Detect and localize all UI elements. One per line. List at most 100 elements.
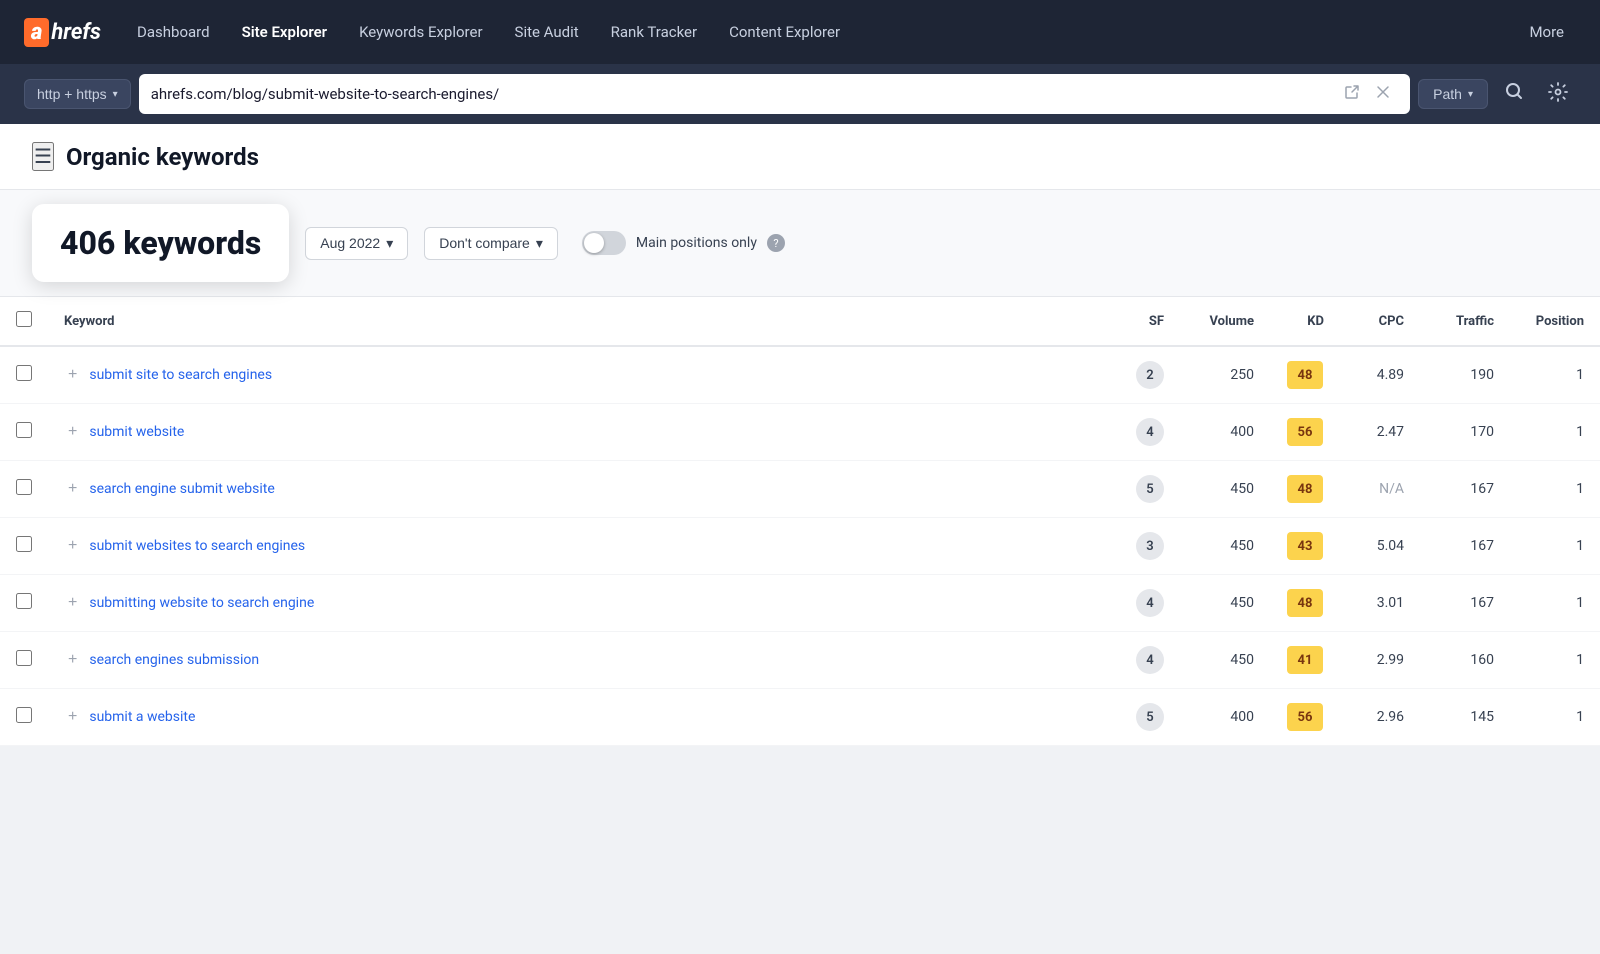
keyword-link[interactable]: submitting website to search engine: [89, 595, 314, 611]
position-cell: 1: [1510, 346, 1600, 404]
cpc-cell: 5.04: [1340, 518, 1420, 575]
nav-site-explorer[interactable]: Site Explorer: [230, 15, 340, 49]
page-title: Organic keywords: [66, 143, 259, 171]
clear-url-icon[interactable]: [1368, 81, 1398, 108]
top-navigation: ahrefs Dashboard Site Explorer Keywords …: [0, 0, 1600, 64]
kd-badge: 48: [1287, 589, 1323, 617]
position-cell: 1: [1510, 518, 1600, 575]
row-checkbox[interactable]: [16, 650, 32, 666]
add-keyword-button[interactable]: +: [64, 423, 81, 441]
path-mode-selector[interactable]: Path ▾: [1418, 79, 1488, 109]
keyword-count-text: 406 keywords: [60, 224, 261, 262]
cpc-cell: 4.89: [1340, 346, 1420, 404]
nav-content-explorer[interactable]: Content Explorer: [717, 15, 852, 49]
logo[interactable]: ahrefs: [24, 18, 101, 47]
keyword-link[interactable]: submit website: [89, 424, 184, 440]
position-cell: 1: [1510, 575, 1600, 632]
traffic-cell: 167: [1420, 461, 1510, 518]
nav-site-audit[interactable]: Site Audit: [503, 15, 591, 49]
position-cell: 1: [1510, 689, 1600, 746]
row-checkbox[interactable]: [16, 365, 32, 381]
logo-a: a: [24, 18, 49, 47]
volume-cell: 400: [1180, 689, 1270, 746]
col-header-volume: Volume: [1180, 297, 1270, 346]
kd-badge: 56: [1287, 703, 1323, 731]
add-keyword-button[interactable]: +: [64, 366, 81, 384]
sf-badge: 4: [1136, 589, 1164, 617]
volume-cell: 450: [1180, 461, 1270, 518]
logo-hrefs: hrefs: [51, 20, 101, 45]
col-header-kd: KD: [1270, 297, 1340, 346]
keyword-count-bubble: 406 keywords: [32, 204, 289, 282]
traffic-cell: 170: [1420, 404, 1510, 461]
table-row: + submit website 4 400 56 2.47 170 1: [0, 404, 1600, 461]
keyword-link[interactable]: search engines submission: [89, 652, 259, 668]
row-checkbox[interactable]: [16, 479, 32, 495]
url-bar: http + https ▾ ahrefs.com/blog/submit-we…: [0, 64, 1600, 124]
table-row: + search engine submit website 5 450 48 …: [0, 461, 1600, 518]
add-keyword-button[interactable]: +: [64, 651, 81, 669]
url-display[interactable]: ahrefs.com/blog/submit-website-to-search…: [151, 85, 1336, 103]
cpc-cell: N/A: [1340, 461, 1420, 518]
keyword-link[interactable]: submit site to search engines: [89, 367, 272, 383]
kd-badge: 48: [1287, 361, 1323, 389]
kd-badge: 48: [1287, 475, 1323, 503]
row-checkbox[interactable]: [16, 422, 32, 438]
sf-badge: 3: [1136, 532, 1164, 560]
position-cell: 1: [1510, 404, 1600, 461]
add-keyword-button[interactable]: +: [64, 480, 81, 498]
nav-rank-tracker[interactable]: Rank Tracker: [599, 15, 709, 49]
add-keyword-button[interactable]: +: [64, 708, 81, 726]
filters-row: 406 keywords Aug 2022 ▾ Don't compare ▾ …: [0, 190, 1600, 297]
date-filter[interactable]: Aug 2022 ▾: [305, 227, 408, 260]
external-link-icon[interactable]: [1336, 80, 1368, 109]
traffic-cell: 160: [1420, 632, 1510, 689]
table-header-row: Keyword SF Volume KD CPC Traffic Positio…: [0, 297, 1600, 346]
kd-badge: 41: [1287, 646, 1323, 674]
keyword-link[interactable]: submit a website: [89, 709, 195, 725]
traffic-cell: 145: [1420, 689, 1510, 746]
col-header-position: Position: [1510, 297, 1600, 346]
url-search-button[interactable]: [1496, 77, 1532, 111]
cpc-cell: 3.01: [1340, 575, 1420, 632]
sf-badge: 5: [1136, 475, 1164, 503]
position-cell: 1: [1510, 461, 1600, 518]
compare-filter[interactable]: Don't compare ▾: [424, 227, 558, 260]
volume-cell: 450: [1180, 575, 1270, 632]
main-positions-toggle-wrap: Main positions only ?: [582, 231, 785, 255]
settings-button[interactable]: [1540, 78, 1576, 111]
add-keyword-button[interactable]: +: [64, 594, 81, 612]
col-header-keyword: Keyword: [48, 297, 1120, 346]
menu-toggle[interactable]: ☰: [32, 142, 54, 171]
cpc-cell: 2.96: [1340, 689, 1420, 746]
chevron-down-icon: ▾: [1468, 89, 1473, 100]
keywords-table: Keyword SF Volume KD CPC Traffic Positio…: [0, 297, 1600, 746]
row-checkbox[interactable]: [16, 593, 32, 609]
col-header-traffic: Traffic: [1420, 297, 1510, 346]
kd-badge: 43: [1287, 532, 1323, 560]
nav-keywords-explorer[interactable]: Keywords Explorer: [347, 15, 494, 49]
url-input-container: ahrefs.com/blog/submit-website-to-search…: [139, 74, 1410, 114]
cpc-cell: 2.99: [1340, 632, 1420, 689]
row-checkbox[interactable]: [16, 536, 32, 552]
help-icon[interactable]: ?: [767, 234, 785, 252]
sf-badge: 4: [1136, 646, 1164, 674]
row-checkbox[interactable]: [16, 707, 32, 723]
volume-cell: 400: [1180, 404, 1270, 461]
keyword-link[interactable]: submit websites to search engines: [89, 538, 305, 554]
protocol-selector[interactable]: http + https ▾: [24, 79, 131, 109]
table-row: + submitting website to search engine 4 …: [0, 575, 1600, 632]
toggle-knob: [584, 233, 604, 253]
nav-more[interactable]: More: [1517, 15, 1576, 49]
sf-badge: 5: [1136, 703, 1164, 731]
table-row: + search engines submission 4 450 41 2.9…: [0, 632, 1600, 689]
nav-dashboard[interactable]: Dashboard: [125, 15, 222, 49]
keyword-link[interactable]: search engine submit website: [89, 481, 274, 497]
main-positions-toggle[interactable]: [582, 231, 626, 255]
add-keyword-button[interactable]: +: [64, 537, 81, 555]
select-all-checkbox[interactable]: [16, 311, 32, 327]
page-header: ☰ Organic keywords: [0, 124, 1600, 190]
traffic-cell: 167: [1420, 575, 1510, 632]
volume-cell: 450: [1180, 632, 1270, 689]
kd-badge: 56: [1287, 418, 1323, 446]
